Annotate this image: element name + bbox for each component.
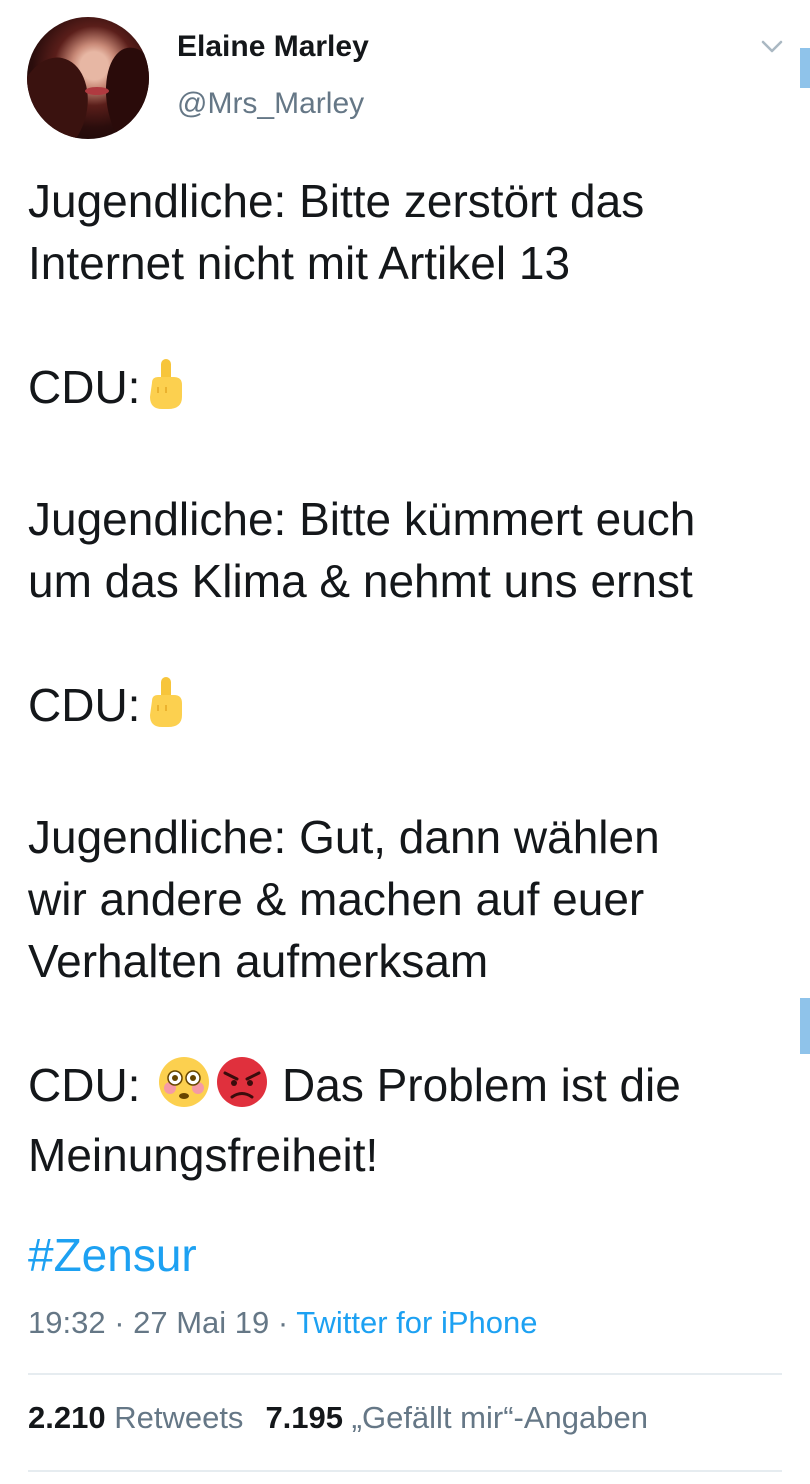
tweet-date: 27 Mai 19 bbox=[133, 1305, 270, 1340]
divider bbox=[28, 1470, 782, 1472]
likes-count: 7.195 bbox=[265, 1400, 344, 1435]
tweet-line: Verhalten aufmerksam bbox=[28, 935, 489, 987]
author-handle[interactable]: @Mrs_Marley bbox=[177, 87, 364, 121]
tweet-source-link[interactable]: Twitter for iPhone bbox=[296, 1305, 537, 1340]
tweet-line-label: Das Problem ist die bbox=[282, 1059, 681, 1111]
tweet-time: 19:32 bbox=[28, 1305, 106, 1340]
angry-face-emoji bbox=[215, 1055, 269, 1124]
tweet-line: CDU: bbox=[28, 356, 788, 426]
chevron-down-icon[interactable] bbox=[760, 38, 784, 56]
retweets-count: 2.210 bbox=[28, 1400, 106, 1435]
tweet-line: Jugendliche: Bitte zerstört das bbox=[28, 175, 645, 227]
retweets-stat[interactable]: 2.210 Retweets bbox=[28, 1400, 243, 1435]
tweet-meta: 19:32 · 27 Mai 19 · Twitter for iPhone bbox=[28, 1305, 538, 1341]
avatar[interactable] bbox=[27, 17, 149, 139]
meta-separator: · bbox=[105, 1305, 134, 1340]
tweet-line-label: CDU: bbox=[28, 1059, 141, 1111]
likes-label: „Gefällt mir“-Angaben bbox=[351, 1400, 648, 1435]
retweets-label: Retweets bbox=[114, 1400, 244, 1435]
tweet-line: Meinungsfreiheit! bbox=[28, 1129, 379, 1181]
tweet-line-label: CDU: bbox=[28, 361, 141, 413]
tweet-stats: 2.210 Retweets 7.195 „Gefällt mir“-Angabe… bbox=[28, 1400, 648, 1436]
tweet-line: Internet nicht mit Artikel 13 bbox=[28, 237, 571, 289]
tweet-line: CDU: Das Problem ist die bbox=[28, 1054, 788, 1124]
avatar-lips bbox=[85, 87, 109, 95]
flushed-face-emoji bbox=[157, 1055, 211, 1124]
tweet-line: Jugendliche: Gut, dann wählen bbox=[28, 811, 660, 863]
divider bbox=[28, 1373, 782, 1375]
avatar-hair bbox=[27, 50, 97, 139]
hashtag-link[interactable]: #Zensur bbox=[28, 1228, 197, 1282]
tweet-text: Jugendliche: Bitte zerstört das Internet… bbox=[28, 170, 788, 1186]
likes-stat[interactable]: 7.195 „Gefällt mir“-Angaben bbox=[265, 1400, 648, 1435]
meta-separator: · bbox=[269, 1305, 297, 1340]
tweet-line-label: CDU: bbox=[28, 679, 141, 731]
tweet-line: CDU: bbox=[28, 674, 788, 744]
author-name[interactable]: Elaine Marley bbox=[177, 30, 369, 64]
middle-finger-emoji bbox=[144, 675, 188, 744]
tweet-line: Jugendliche: Bitte kümmert euch bbox=[28, 493, 696, 545]
tweet-line: um das Klima & nehmt uns ernst bbox=[28, 555, 693, 607]
scroll-indicator bbox=[800, 998, 810, 1054]
scroll-indicator bbox=[800, 48, 810, 88]
middle-finger-emoji bbox=[144, 357, 188, 426]
tweet-line: wir andere & machen auf euer bbox=[28, 873, 645, 925]
